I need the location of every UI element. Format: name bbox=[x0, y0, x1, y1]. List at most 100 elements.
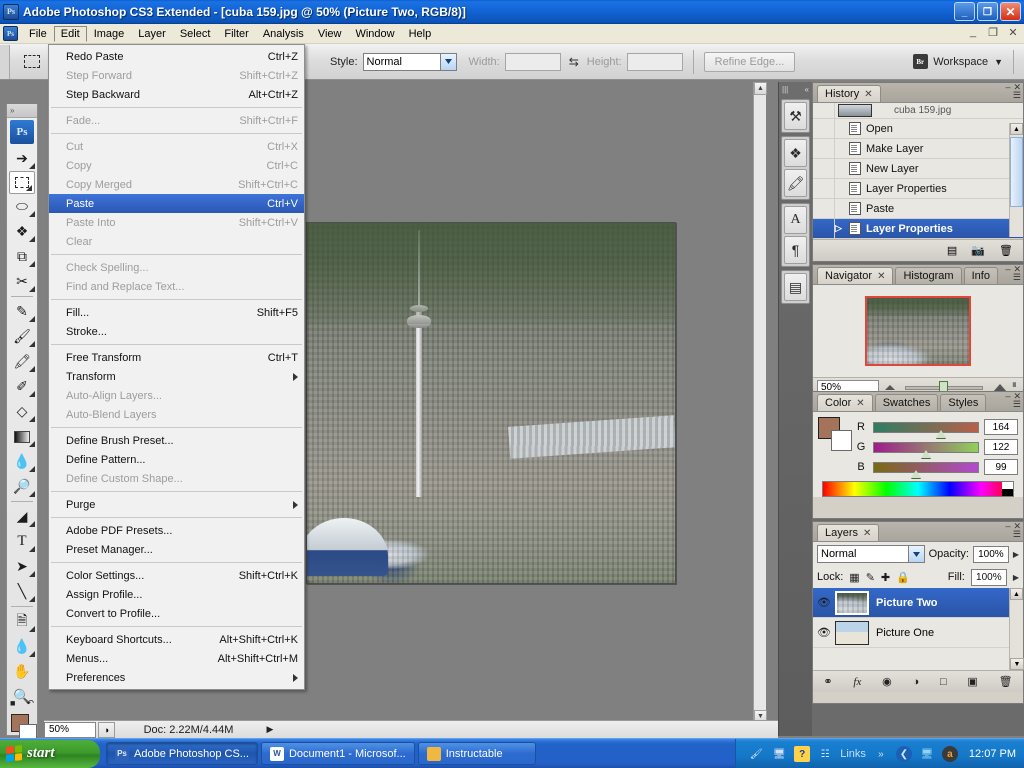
history-item-layer-properties-current[interactable]: ▷ Layer Properties bbox=[813, 219, 1023, 239]
brushes-icon[interactable]: ❖ bbox=[784, 139, 807, 167]
document-minimize-button[interactable]: _ bbox=[966, 26, 980, 39]
panel-minimize-icon[interactable]: – bbox=[1005, 264, 1010, 275]
close-icon[interactable]: ✕ bbox=[864, 89, 872, 100]
layer-visibility-icon[interactable]: 👁 bbox=[813, 596, 835, 609]
menu-item-fill[interactable]: Fill... Shift+F5 bbox=[49, 303, 304, 322]
opacity-stepper-icon[interactable]: ▶ bbox=[1013, 550, 1019, 559]
taskbar-item-photoshop[interactable]: Ps Adobe Photoshop CS... bbox=[106, 742, 258, 765]
start-button[interactable]: start bbox=[0, 740, 100, 768]
clone-source-icon[interactable]: 🖍 bbox=[784, 169, 807, 197]
rectangular-marquee-tool[interactable] bbox=[9, 171, 35, 194]
menu-item-preferences[interactable]: Preferences bbox=[49, 668, 304, 687]
history-item-paste[interactable]: Paste bbox=[813, 199, 1023, 219]
menu-item-redo-paste[interactable]: Redo Paste Ctrl+Z bbox=[49, 47, 304, 66]
history-brush-tool[interactable]: ✐ bbox=[7, 374, 37, 399]
collapse-chevron-icon[interactable]: « bbox=[805, 85, 809, 94]
menu-edit[interactable]: Edit bbox=[54, 26, 87, 42]
new-group-icon[interactable]: □ bbox=[940, 676, 947, 688]
width-input[interactable] bbox=[505, 53, 561, 71]
scroll-thumb[interactable] bbox=[1010, 137, 1023, 207]
swap-colors-icon[interactable]: ↶ bbox=[26, 698, 34, 709]
layer-row-picture-two[interactable]: 👁 Picture Two bbox=[813, 588, 1023, 618]
move-tool[interactable]: ➔ bbox=[7, 146, 37, 171]
rectangular-marquee-icon[interactable] bbox=[18, 49, 46, 75]
panel-minimize-icon[interactable]: – bbox=[1005, 391, 1010, 402]
close-button[interactable]: ✕ bbox=[1000, 2, 1021, 21]
zoom-level-input[interactable]: 50% bbox=[44, 722, 96, 738]
quick-selection-tool[interactable]: ❖ bbox=[7, 219, 37, 244]
scroll-up-icon[interactable]: ▲ bbox=[1010, 123, 1023, 135]
layer-style-icon[interactable]: fx bbox=[853, 676, 861, 688]
blend-mode-select[interactable]: Normal bbox=[817, 545, 925, 563]
history-item-open[interactable]: Open bbox=[813, 119, 1023, 139]
tab-swatches[interactable]: Swatches bbox=[875, 394, 939, 411]
link-layers-icon[interactable]: ⚭ bbox=[823, 675, 832, 688]
history-state-toggle[interactable] bbox=[813, 219, 835, 238]
menu-select[interactable]: Select bbox=[173, 26, 218, 42]
history-state-toggle[interactable] bbox=[813, 159, 835, 178]
menu-item-menus[interactable]: Menus... Alt+Shift+Ctrl+M bbox=[49, 649, 304, 668]
zoom-out-icon[interactable] bbox=[885, 385, 895, 390]
scroll-down-icon[interactable]: ▼ bbox=[1010, 658, 1024, 670]
close-icon[interactable]: ✕ bbox=[863, 528, 871, 539]
hand-tool[interactable]: ✋ bbox=[7, 659, 37, 684]
history-state-toggle[interactable] bbox=[813, 139, 835, 158]
lock-image-pixels-icon[interactable]: ✎ bbox=[866, 571, 875, 584]
red-slider-handle[interactable] bbox=[936, 430, 945, 439]
paragraph-icon[interactable]: ¶ bbox=[784, 236, 807, 264]
menu-image[interactable]: Image bbox=[87, 26, 132, 42]
go-to-bridge-icon[interactable]: Br bbox=[907, 50, 933, 74]
blue-slider-handle[interactable] bbox=[911, 470, 920, 479]
help-tray-icon[interactable]: ? bbox=[794, 746, 810, 762]
menu-window[interactable]: Window bbox=[348, 26, 401, 42]
dodge-tool[interactable]: 🔎 bbox=[7, 474, 37, 499]
refine-edge-button[interactable]: Refine Edge... bbox=[704, 52, 796, 72]
layers-scrollbar[interactable]: ▲ ▼ bbox=[1009, 588, 1023, 670]
delete-state-icon[interactable]: 🗑 bbox=[999, 244, 1013, 257]
background-color-swatch[interactable] bbox=[831, 430, 852, 451]
menu-item-convert-to-profile[interactable]: Convert to Profile... bbox=[49, 604, 304, 623]
menu-item-color-settings[interactable]: Color Settings... Shift+Ctrl+K bbox=[49, 566, 304, 585]
layer-mask-icon[interactable]: ◉ bbox=[882, 675, 892, 688]
height-input[interactable] bbox=[627, 53, 683, 71]
menu-item-paste[interactable]: Paste Ctrl+V bbox=[49, 194, 304, 213]
pen-tool[interactable]: ◢ bbox=[7, 504, 37, 529]
tab-layers[interactable]: Layers ✕ bbox=[817, 524, 879, 541]
green-value[interactable]: 122 bbox=[984, 439, 1018, 455]
minimize-button[interactable]: _ bbox=[954, 2, 975, 21]
panel-minimize-icon[interactable]: – bbox=[1005, 82, 1010, 93]
adjustment-layer-icon[interactable]: ◑ bbox=[913, 676, 920, 688]
scroll-up-icon[interactable]: ▲ bbox=[754, 82, 767, 95]
image-canvas[interactable] bbox=[306, 222, 676, 584]
opacity-value[interactable]: 100% bbox=[973, 546, 1009, 563]
windows-tray-icon[interactable]: ☷ bbox=[817, 746, 833, 762]
chevron-down-icon[interactable] bbox=[440, 54, 456, 70]
taskbar-item-instructable[interactable]: Instructable bbox=[418, 742, 536, 765]
swap-arrows-icon[interactable]: ⇆ bbox=[569, 55, 579, 69]
document-system-icon[interactable]: Ps bbox=[3, 26, 18, 41]
panel-minimize-icon[interactable]: – bbox=[1005, 521, 1010, 532]
color-spectrum-ramp[interactable] bbox=[822, 481, 1014, 497]
menu-item-stroke[interactable]: Stroke... bbox=[49, 322, 304, 341]
style-select[interactable]: Normal bbox=[363, 53, 457, 71]
layer-comps-icon[interactable]: ▤ bbox=[784, 273, 807, 301]
history-scrollbar[interactable]: ▲ bbox=[1009, 123, 1023, 237]
lock-all-icon[interactable]: 🔒 bbox=[896, 571, 910, 584]
menu-file[interactable]: File bbox=[22, 26, 54, 42]
menu-filter[interactable]: Filter bbox=[217, 26, 255, 42]
pen-tray-icon[interactable]: 🖌 bbox=[748, 746, 764, 762]
tab-navigator[interactable]: Navigator ✕ bbox=[817, 267, 893, 284]
menu-help[interactable]: Help bbox=[402, 26, 439, 42]
status-menu-arrow-icon[interactable]: ▶ bbox=[262, 722, 278, 738]
layer-row-picture-one[interactable]: 👁 Picture One bbox=[813, 618, 1023, 648]
show-hidden-icons-icon[interactable]: ❮ bbox=[896, 746, 912, 762]
layer-thumbnail[interactable] bbox=[835, 591, 869, 615]
crop-tool[interactable]: ⧉ bbox=[7, 244, 37, 269]
eyedropper-tool[interactable]: 💧 bbox=[7, 634, 37, 659]
navigator-thumbnail[interactable] bbox=[865, 296, 971, 366]
red-slider[interactable] bbox=[873, 422, 979, 433]
healing-brush-tool[interactable]: ✎ bbox=[7, 299, 37, 324]
options-bar-gripper[interactable] bbox=[0, 45, 10, 79]
history-state-toggle[interactable] bbox=[813, 199, 835, 218]
document-close-button[interactable]: ✕ bbox=[1006, 26, 1020, 39]
